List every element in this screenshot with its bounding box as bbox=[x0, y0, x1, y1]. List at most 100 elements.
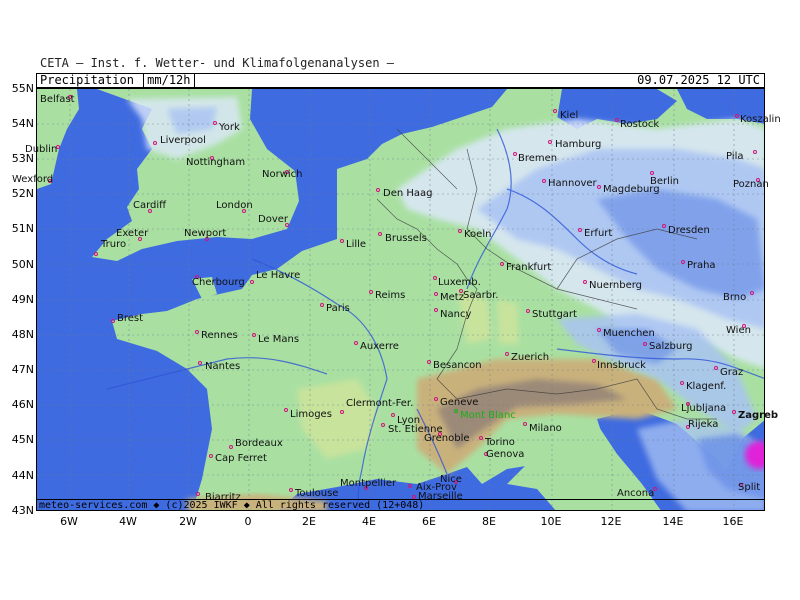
city-label-york: York bbox=[219, 122, 240, 133]
city-marker-biarritz bbox=[196, 492, 200, 496]
city-label-paris: Paris bbox=[326, 303, 350, 314]
city-label-nottingham: Nottingham bbox=[186, 157, 246, 168]
city-label-poznan: Poznan bbox=[733, 179, 769, 190]
unit-label: mm/12h bbox=[143, 74, 195, 87]
credit-text: meteo-services.com ◆ (c)2025 IWKF ◆ All … bbox=[39, 500, 425, 511]
city-marker-den-haag bbox=[376, 188, 380, 192]
title-bar: Precipitation mm/12h 09.07.2025 12 UTC bbox=[36, 73, 765, 88]
city-label-montpellier: Montpellier bbox=[340, 478, 397, 489]
city-label-milano: Milano bbox=[529, 423, 562, 434]
credit-bar: meteo-services.com ◆ (c)2025 IWKF ◆ All … bbox=[36, 499, 765, 512]
lat-label-44n: 44N bbox=[11, 469, 34, 482]
city-label-liverpool: Liverpool bbox=[160, 135, 206, 146]
city-label-erfurt: Erfurt bbox=[584, 228, 613, 239]
lat-label-52n: 52N bbox=[11, 187, 34, 200]
city-marker-hannover bbox=[542, 179, 546, 183]
city-label-torino: Torino bbox=[485, 437, 515, 448]
city-marker-luxemb bbox=[433, 276, 437, 280]
source-header: CETA — Inst. f. Wetter- und Klimafolgena… bbox=[40, 56, 395, 70]
lat-label-43n: 43N bbox=[11, 504, 34, 517]
city-marker-metz bbox=[434, 292, 438, 296]
city-label-dover: Dover bbox=[258, 214, 288, 225]
city-marker-nantes bbox=[198, 361, 202, 365]
lat-label-55n: 55N bbox=[11, 82, 34, 95]
city-marker-truro bbox=[94, 252, 98, 256]
lat-label-46n: 46N bbox=[11, 398, 34, 411]
city-label-toulouse: Toulouse bbox=[295, 488, 339, 499]
city-label-le-havre: Le Havre bbox=[256, 270, 301, 281]
black-forest bbox=[497, 299, 519, 344]
city-label-frankfurt: Frankfurt bbox=[506, 262, 552, 273]
title-left: Precipitation mm/12h bbox=[40, 74, 195, 87]
city-marker-geneve bbox=[434, 397, 438, 401]
city-label-koszalin: Koszalin bbox=[740, 114, 781, 125]
city-label-reims: Reims bbox=[375, 290, 406, 301]
city-label-den-haag: Den Haag bbox=[383, 188, 433, 199]
city-marker-mont-blanc bbox=[454, 409, 458, 413]
city-label-zagreb: Zagreb bbox=[738, 410, 779, 421]
city-marker-koeln bbox=[458, 229, 462, 233]
city-marker-frankfurt bbox=[500, 262, 504, 266]
city-marker-stuttgart bbox=[526, 309, 530, 313]
city-label-brussels: Brussels bbox=[385, 233, 427, 244]
city-label-koeln: Koeln bbox=[464, 229, 492, 240]
city-label-nuernberg: Nuernberg bbox=[589, 280, 643, 291]
city-marker-lyon bbox=[391, 413, 395, 417]
city-label-pila: Pila bbox=[726, 151, 744, 162]
lon-label-6w: 6W bbox=[60, 515, 78, 528]
city-marker-berlin bbox=[650, 171, 654, 175]
lat-label-54n: 54N bbox=[11, 117, 34, 130]
city-marker-milano bbox=[523, 422, 527, 426]
city-label-cap-ferret: Cap Ferret bbox=[215, 453, 267, 464]
lon-label-0: 0 bbox=[244, 515, 252, 528]
city-label-split: Split bbox=[738, 482, 761, 493]
city-label-praha: Praha bbox=[687, 260, 716, 271]
city-label-wien: Wien bbox=[726, 325, 751, 336]
city-marker-klagenf bbox=[680, 381, 684, 385]
city-label-graz: Graz bbox=[720, 367, 744, 378]
city-label-le-mans: Le Mans bbox=[258, 334, 300, 345]
city-label-rennes: Rennes bbox=[201, 330, 238, 341]
city-marker-graz bbox=[714, 366, 718, 370]
city-label-rijeka: Rijeka bbox=[688, 419, 719, 430]
city-label-lille: Lille bbox=[346, 239, 367, 250]
lon-label-4e: 4E bbox=[362, 515, 376, 528]
city-marker-cap-ferret bbox=[209, 454, 213, 458]
city-marker-brussels bbox=[378, 232, 382, 236]
city-label-cardiff: Cardiff bbox=[133, 200, 167, 211]
city-marker-lille bbox=[340, 239, 344, 243]
datetime-label: 09.07.2025 12 UTC bbox=[637, 73, 760, 87]
lon-label-2e: 2E bbox=[302, 515, 316, 528]
city-label-clermont-fer: Clermont-Fer. bbox=[346, 398, 414, 409]
city-label-belfast: Belfast bbox=[40, 94, 75, 105]
city-marker-zuerich bbox=[505, 352, 509, 356]
city-marker-erfurt bbox=[578, 228, 582, 232]
city-marker-koszalin bbox=[735, 114, 739, 118]
city-label-metz: Metz bbox=[440, 292, 464, 303]
city-marker-auxerre bbox=[354, 341, 358, 345]
city-label-nancy: Nancy bbox=[440, 309, 472, 320]
city-label-rostock: Rostock bbox=[620, 119, 660, 130]
lat-label-53n: 53N bbox=[11, 152, 34, 165]
city-marker-kiel bbox=[553, 109, 557, 113]
city-label-hannover: Hannover bbox=[548, 178, 597, 189]
city-marker-muenchen bbox=[597, 328, 601, 332]
city-label-kiel: Kiel bbox=[560, 110, 579, 121]
city-marker-bordeaux bbox=[229, 445, 233, 449]
city-label-london: London bbox=[216, 200, 253, 211]
city-marker-clermont-fer bbox=[340, 410, 344, 414]
lon-label-2w: 2W bbox=[179, 515, 197, 528]
city-marker-salzburg bbox=[643, 342, 647, 346]
city-label-luxemb: Luxemb. bbox=[438, 277, 481, 288]
lat-label-45n: 45N bbox=[11, 433, 34, 446]
city-marker-paris bbox=[320, 303, 324, 307]
city-label-innsbruck: Innsbruck bbox=[597, 360, 646, 371]
city-marker-magdeburg bbox=[597, 185, 601, 189]
city-marker-york bbox=[213, 121, 217, 125]
city-label-bordeaux: Bordeaux bbox=[235, 438, 283, 449]
city-label-besancon: Besancon bbox=[433, 360, 482, 371]
city-label-newport: Newport bbox=[184, 228, 227, 239]
city-label-truro: Truro bbox=[101, 239, 127, 250]
city-label-wexford: Wexford bbox=[12, 174, 54, 185]
city-marker-le-mans bbox=[252, 333, 256, 337]
